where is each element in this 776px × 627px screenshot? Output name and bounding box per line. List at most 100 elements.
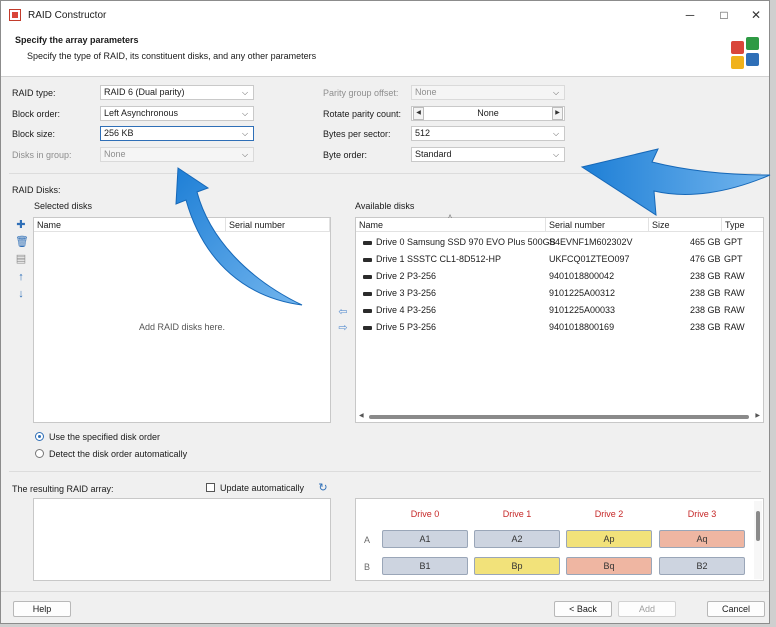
disk-serial: S4EVNF1M602302V xyxy=(549,237,633,247)
horizontal-scrollbar[interactable]: ◀ ▶ xyxy=(357,412,762,421)
add-button[interactable]: Add xyxy=(618,601,676,617)
window-title: RAID Constructor xyxy=(28,10,107,21)
disk-name: Drive 1 SSSTC CL1-8D512-HP xyxy=(376,254,502,264)
disk-type: RAW xyxy=(724,305,745,315)
available-disks-label: Available disks xyxy=(355,201,415,211)
byte-order-label: Byte order: xyxy=(323,150,368,160)
parity-q-cell: Aq xyxy=(659,530,745,548)
maximize-icon[interactable]: □ xyxy=(711,5,737,25)
scrollbar-thumb[interactable] xyxy=(756,511,760,541)
spin-right-icon[interactable]: ▶ xyxy=(552,107,563,120)
move-right-arrow-icon[interactable]: ⇨ xyxy=(337,323,349,334)
radio-auto-order[interactable] xyxy=(35,449,44,458)
wizard-header: Specify the array parameters Specify the… xyxy=(1,29,769,77)
block-cell: A1 xyxy=(382,530,468,548)
move-down-icon[interactable]: ↓ xyxy=(15,288,27,300)
stripe-row-label: B xyxy=(364,562,371,572)
drive-header: Drive 2 xyxy=(594,509,624,519)
hard-drive-icon xyxy=(363,292,372,296)
rotate-parity-count-spinner[interactable]: ◀ None ▶ xyxy=(411,106,565,121)
disk-size: 465 GB xyxy=(690,237,721,247)
scroll-left-icon[interactable]: ◀ xyxy=(359,412,364,421)
sort-up-icon: ˄ xyxy=(448,214,453,221)
chevron-down-icon: ⌵ xyxy=(552,150,560,159)
update-automatically-label: Update automatically xyxy=(220,483,305,493)
block-size-value: 256 KB xyxy=(104,128,134,138)
byte-order-select[interactable]: Standard ⌵ xyxy=(411,147,565,162)
delete-disk-icon[interactable]: 🗑 xyxy=(15,236,29,248)
spin-left-icon[interactable]: ◀ xyxy=(413,107,424,120)
bytes-per-sector-value: 512 xyxy=(415,128,431,138)
disk-name: Drive 0 Samsung SSD 970 EVO Plus 500GB xyxy=(376,237,556,247)
close-icon[interactable]: ✕ xyxy=(743,5,769,25)
parity-group-offset-value: None xyxy=(415,87,437,97)
byte-order-value: Standard xyxy=(415,149,452,159)
disk-serial: 9401018800042 xyxy=(549,271,615,281)
app-icon xyxy=(9,9,21,21)
help-button[interactable]: Help xyxy=(13,601,71,617)
raid-disks-label: RAID Disks: xyxy=(12,185,61,195)
block-cell: B2 xyxy=(659,557,745,575)
block-cell: B1 xyxy=(382,557,468,575)
raid-type-select[interactable]: RAID 6 (Dual parity) ⌵ xyxy=(100,85,254,100)
scroll-right-icon[interactable]: ▶ xyxy=(755,412,760,421)
disk-type: GPT xyxy=(724,254,743,264)
disk-size: 238 GB xyxy=(690,322,721,332)
chevron-down-icon: ⌵ xyxy=(241,88,249,97)
block-order-value: Left Asynchronous xyxy=(104,108,179,118)
header-title: Specify the array parameters xyxy=(15,35,139,45)
divider xyxy=(9,471,761,472)
disk-type: RAW xyxy=(724,271,745,281)
scrollbar-thumb[interactable] xyxy=(369,415,749,419)
drive-header: Drive 0 xyxy=(410,509,440,519)
disk-name: Drive 2 P3-256 xyxy=(376,271,437,281)
minimize-icon[interactable]: ─ xyxy=(677,5,703,25)
drive-header: Drive 3 xyxy=(687,509,717,519)
table-row[interactable]: Drive 4 P3-256 9101225A00033 238 GB RAW xyxy=(356,302,763,319)
disk-serial: 9101225A00033 xyxy=(549,305,616,315)
table-row[interactable]: Drive 2 P3-256 9401018800042 238 GB RAW xyxy=(356,268,763,285)
stripe-row-label: A xyxy=(364,535,371,545)
add-disk-icon[interactable]: ✚ xyxy=(15,219,27,231)
block-cell: A2 xyxy=(474,530,560,548)
disk-name: Drive 5 P3-256 xyxy=(376,322,437,332)
disk-type: RAW xyxy=(724,322,745,332)
table-row[interactable]: Drive 5 P3-256 9401018800169 238 GB RAW xyxy=(356,319,763,336)
resulting-array-textbox[interactable] xyxy=(33,498,331,581)
drive-header: Drive 1 xyxy=(502,509,532,519)
disks-in-group-label: Disks in group: xyxy=(12,150,72,160)
table-row[interactable]: Drive 3 P3-256 9101225A00312 238 GB RAW xyxy=(356,285,763,302)
puzzle-icon xyxy=(729,37,765,71)
title-bar: RAID Constructor ─ □ ✕ xyxy=(1,1,769,29)
rotate-parity-count-value: None xyxy=(477,108,499,118)
bytes-per-sector-label: Bytes per sector: xyxy=(323,129,391,139)
disk-size: 238 GB xyxy=(690,271,721,281)
parity-p-cell: Ap xyxy=(566,530,652,548)
move-up-icon[interactable]: ↑ xyxy=(15,271,27,283)
raid-layout-preview: Drive 0 Drive 1 Drive 2 Drive 3 A A1 A2 … xyxy=(355,498,764,581)
refresh-icon[interactable]: ↻ xyxy=(317,482,329,494)
cancel-button[interactable]: Cancel xyxy=(707,601,765,617)
block-order-label: Block order: xyxy=(12,109,61,119)
table-row[interactable]: Drive 0 Samsung SSD 970 EVO Plus 500GB S… xyxy=(356,234,763,251)
block-size-label: Block size: xyxy=(12,129,56,139)
bytes-per-sector-select[interactable]: 512 ⌵ xyxy=(411,126,565,141)
vertical-scrollbar[interactable] xyxy=(754,501,762,579)
raid-type-label: RAID type: xyxy=(12,88,56,98)
raid-type-value: RAID 6 (Dual parity) xyxy=(104,87,185,97)
chevron-down-icon: ⌵ xyxy=(241,129,249,138)
parity-group-offset-label: Parity group offset: xyxy=(323,88,399,98)
block-order-select[interactable]: Left Asynchronous ⌵ xyxy=(100,106,254,121)
auto-order-label: Detect the disk order automatically xyxy=(49,449,188,459)
available-disks-list[interactable]: Name ˄ Serial number Size Type Drive 0 S… xyxy=(355,214,764,423)
update-automatically-checkbox[interactable] xyxy=(206,483,215,492)
block-size-select[interactable]: 256 KB ⌵ xyxy=(100,126,254,141)
table-row[interactable]: Drive 1 SSSTC CL1-8D512-HP UKFCQ01ZTEO09… xyxy=(356,251,763,268)
add-image-icon[interactable]: ▤ xyxy=(15,253,27,265)
back-button[interactable]: < Back xyxy=(554,601,612,617)
chevron-down-icon: ⌵ xyxy=(241,109,249,118)
header-subtitle: Specify the type of RAID, its constituen… xyxy=(27,51,317,61)
disk-size: 476 GB xyxy=(690,254,721,264)
move-left-arrow-icon[interactable]: ⇦ xyxy=(337,307,349,318)
radio-specified-order[interactable] xyxy=(35,432,44,441)
